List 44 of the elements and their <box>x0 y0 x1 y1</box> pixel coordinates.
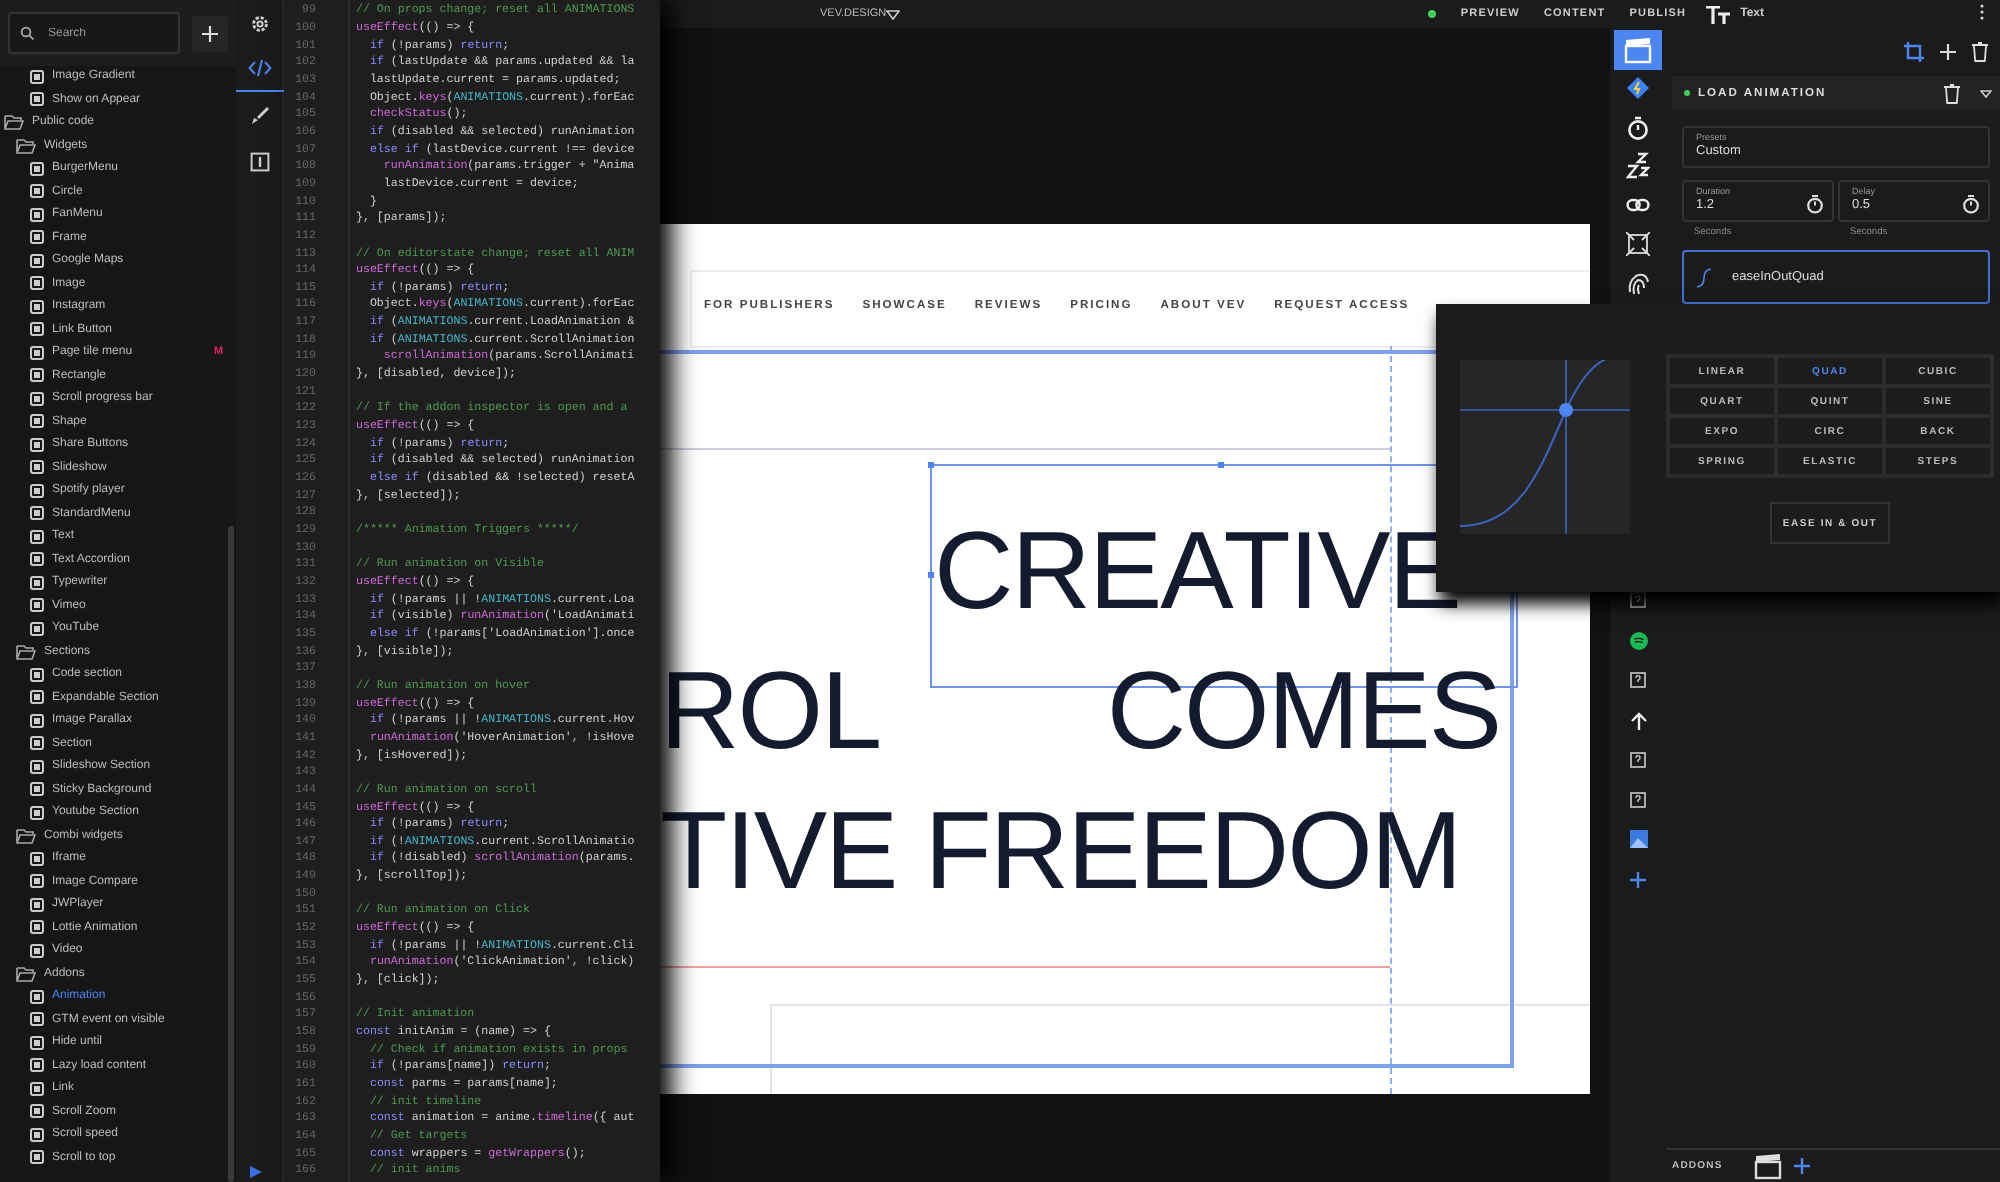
open-folder-icon <box>4 114 24 131</box>
headline-text: FREEDOM <box>924 796 1461 906</box>
stopwatch-icon <box>1962 194 1980 214</box>
fingerprint-icon <box>1626 271 1650 296</box>
crop-button[interactable] <box>1904 42 1924 62</box>
help-icon <box>1630 791 1646 807</box>
caret-icon <box>1980 89 1992 97</box>
plus-icon <box>1794 1158 1811 1174</box>
sleep-icon <box>1626 152 1650 181</box>
brush-icon <box>249 105 269 125</box>
status-dot <box>1684 90 1690 96</box>
plus-icon <box>1630 871 1646 887</box>
plus-icon <box>202 25 218 41</box>
arrow-up-icon <box>1629 711 1647 729</box>
open-folder-icon <box>16 827 36 844</box>
open-folder-icon <box>16 965 36 982</box>
open-folder-icon <box>16 643 36 660</box>
plus-icon <box>1940 44 1956 60</box>
headline-text: COMES <box>1106 656 1500 766</box>
crop-icon <box>1904 42 1924 62</box>
add-button[interactable] <box>1940 44 1956 60</box>
stopwatch-icon <box>1626 115 1650 140</box>
gear-icon <box>249 13 269 33</box>
delete-button[interactable] <box>1972 42 1988 62</box>
text-type-icon <box>1706 5 1733 23</box>
stopwatch-icon <box>1806 194 1824 214</box>
zoom-frame-icon <box>1626 232 1650 257</box>
image-icon <box>1629 830 1647 848</box>
clapperboard-icon <box>1754 1152 1783 1180</box>
trash-icon <box>1972 42 1988 62</box>
help-icon <box>1630 672 1646 688</box>
info-icon <box>249 151 269 171</box>
play-icon <box>250 1166 262 1178</box>
status-dot <box>1428 10 1437 18</box>
help-icon <box>1630 592 1646 608</box>
open-folder-icon <box>16 137 36 154</box>
clapperboard-icon <box>1624 35 1652 64</box>
spotify-icon <box>1629 631 1647 649</box>
help-icon <box>1630 752 1646 768</box>
curve-icon <box>1696 267 1712 287</box>
trash-icon <box>1944 83 1960 103</box>
code-icon <box>247 58 271 78</box>
add-button[interactable] <box>192 15 228 51</box>
link-icon <box>1626 197 1650 214</box>
